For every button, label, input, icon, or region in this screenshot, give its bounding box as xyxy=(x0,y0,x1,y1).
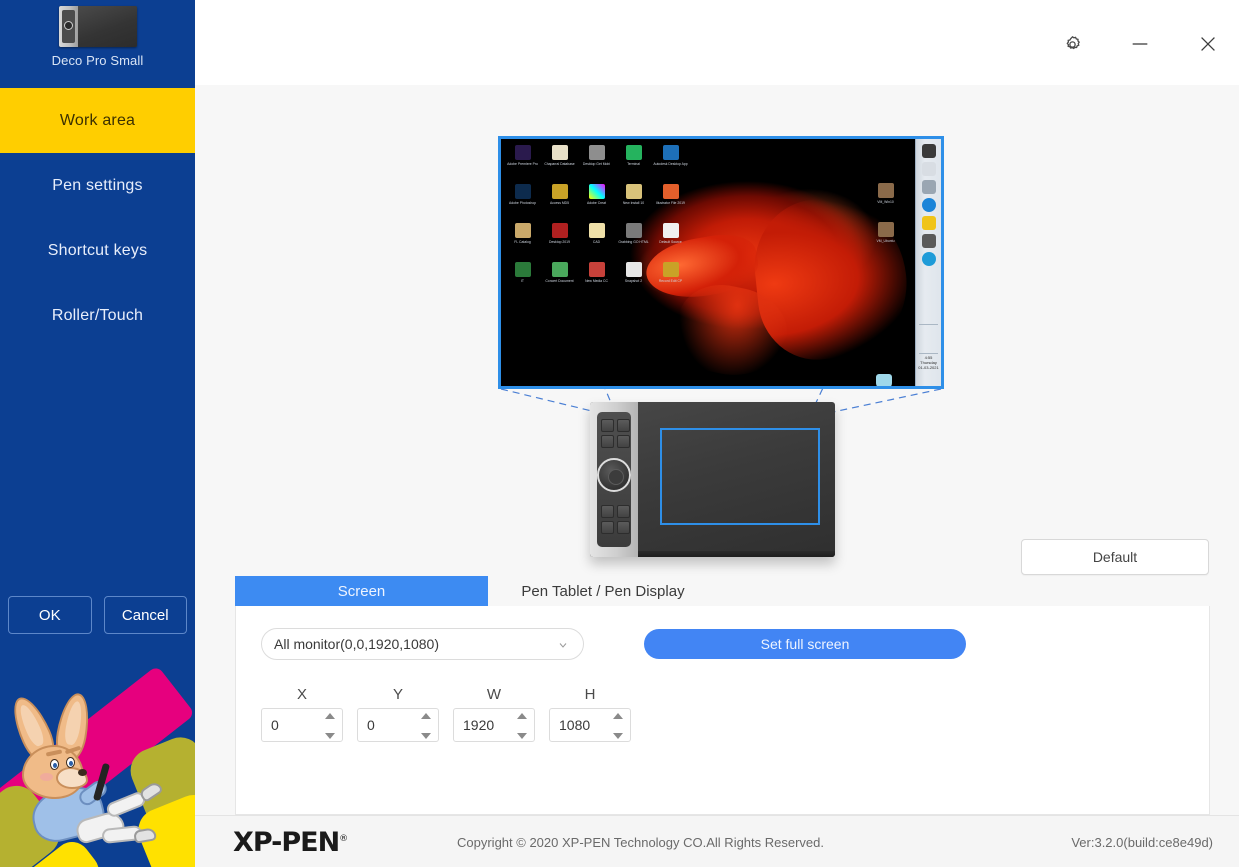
xp-pen-driver-window: Deco Pro Small Work area Pen settings Sh… xyxy=(0,0,1239,867)
desktop-icon: New Media CC xyxy=(579,260,614,297)
set-full-screen-button[interactable]: Set full screen xyxy=(644,629,966,659)
h-value: 1080 xyxy=(559,717,591,733)
coordinate-label: Y xyxy=(392,686,403,703)
sidebar-item-label: Pen settings xyxy=(52,176,143,194)
desktop-icon: CAD xyxy=(579,221,614,258)
screen-settings-panel: All monitor(0,0,1920,1080) Set full scre… xyxy=(235,606,1210,867)
main-content: Adobe Premiere Pro Chaparral Database De… xyxy=(195,85,1239,867)
sidebar-item-work-area[interactable]: Work area xyxy=(0,88,195,153)
desktop-icon: VM_Win10 xyxy=(868,181,903,218)
sidebar: Deco Pro Small Work area Pen settings Sh… xyxy=(0,0,195,867)
device-summary[interactable]: Deco Pro Small xyxy=(0,0,195,85)
y-value: 0 xyxy=(367,717,375,733)
fox-character-icon xyxy=(5,690,180,863)
tab-pen-tablet-pen-display[interactable]: Pen Tablet / Pen Display xyxy=(488,576,718,606)
coordinate-label: W xyxy=(486,686,502,703)
x-stepper[interactable] xyxy=(324,713,336,739)
x-value: 0 xyxy=(271,717,279,733)
coordinate-y: Y 0 xyxy=(357,686,453,742)
desktop-icon: IT xyxy=(505,260,540,297)
cancel-button[interactable]: Cancel xyxy=(103,596,187,634)
sidebar-item-label: Work area xyxy=(59,111,136,129)
ok-button[interactable]: OK xyxy=(8,596,92,634)
copyright-text: Copyright © 2020 XP-PEN Technology CO.Al… xyxy=(457,835,825,850)
monitor-select[interactable]: All monitor(0,0,1920,1080) xyxy=(261,628,584,660)
desktop-icon: Adobe Photoshop xyxy=(505,182,540,219)
desktop-icon-group-right: VM_Win10 VM_Ubuntu xyxy=(868,181,903,257)
w-value: 1920 xyxy=(463,717,495,733)
desktop-icon: New Install 10 xyxy=(616,182,651,219)
gear-icon[interactable] xyxy=(1053,26,1091,62)
y-input[interactable]: 0 xyxy=(357,708,439,742)
coordinate-x: X 0 xyxy=(261,686,357,742)
desktop-icon: VM_Ubuntu xyxy=(868,220,903,257)
default-button[interactable]: Default xyxy=(1021,539,1209,575)
sidebar-item-pen-settings[interactable]: Pen settings xyxy=(0,153,195,218)
tab-screen[interactable]: Screen xyxy=(235,576,488,606)
desktop-icon: Autodesk Desktop App xyxy=(653,143,688,180)
desktop-icon: Concert Document xyxy=(542,260,577,297)
title-bar xyxy=(195,0,1239,85)
brand-text: XP-PEN xyxy=(233,827,340,858)
desktop-icon: FL Catalog xyxy=(505,221,540,258)
desktop-icon: Default Source xyxy=(653,221,688,258)
sidebar-item-label: Shortcut keys xyxy=(47,241,148,259)
x-input[interactable]: 0 xyxy=(261,708,343,742)
screen-area-coordinates: X 0 Y 0 W 1920 H 1080 xyxy=(261,686,645,742)
desktop-icon: Desktop 2019 xyxy=(542,221,577,258)
close-icon[interactable] xyxy=(1189,26,1227,62)
tab-label: Screen xyxy=(337,582,386,600)
work-area-tabs: Screen Pen Tablet / Pen Display xyxy=(235,576,1210,606)
desktop-icon-grid: Adobe Premiere Pro Chaparral Database De… xyxy=(505,143,688,297)
minimize-icon[interactable] xyxy=(1121,26,1159,62)
footer: XP-PEN® Copyright © 2020 XP-PEN Technolo… xyxy=(195,815,1239,867)
sidebar-actions: OK Cancel xyxy=(0,596,195,634)
screen-preview[interactable]: Adobe Premiere Pro Chaparral Database De… xyxy=(498,136,944,389)
h-stepper[interactable] xyxy=(612,713,624,739)
desktop-icon: Adobe Premiere Pro xyxy=(505,143,540,180)
tablet-express-keys-top[interactable] xyxy=(601,419,630,448)
coordinate-label: H xyxy=(584,686,596,703)
coordinate-h: H 1080 xyxy=(549,686,645,742)
coordinate-w: W 1920 xyxy=(453,686,549,742)
w-stepper[interactable] xyxy=(516,713,528,739)
sidebar-item-roller-touch[interactable]: Roller/Touch xyxy=(0,283,195,348)
desktop-icon: Snapshot 2 xyxy=(616,260,651,297)
taskbar-clock: 4:55 Thursday 01-03-2021 xyxy=(918,355,939,370)
tab-label: Pen Tablet / Pen Display xyxy=(521,582,685,600)
registered-mark: ® xyxy=(339,834,348,844)
desktop-icon: Adobe Creat xyxy=(579,182,614,219)
xp-pen-logo: XP-PEN® xyxy=(233,827,348,858)
desktop-icon: Desktop Get Mobi xyxy=(579,143,614,180)
h-input[interactable]: 1080 xyxy=(549,708,631,742)
sidebar-item-shortcut-keys[interactable]: Shortcut keys xyxy=(0,218,195,283)
desktop-icon: Illustrator File 2019 xyxy=(653,182,688,219)
device-name-label: Deco Pro Small xyxy=(51,53,144,68)
sidebar-item-label: Roller/Touch xyxy=(51,306,144,324)
tablet-thumbnail-icon xyxy=(58,6,137,47)
desktop-icon: Chaparral Database xyxy=(542,143,577,180)
monitor-select-value: All monitor(0,0,1920,1080) xyxy=(274,636,439,652)
window-controls xyxy=(1053,26,1227,62)
tablet-express-keys-bottom[interactable] xyxy=(601,505,630,534)
desktop-icon: Grabbing GO HTML xyxy=(616,221,651,258)
tablet-roller-dial[interactable] xyxy=(597,458,631,492)
desktop-icon: Record Edit CP xyxy=(653,260,688,297)
desktop-icon: Access MD5 xyxy=(542,182,577,219)
tablet-active-area-outline[interactable] xyxy=(660,428,820,525)
y-stepper[interactable] xyxy=(420,713,432,739)
windows-taskbar[interactable]: 4:55 Thursday 01-03-2021 xyxy=(915,139,941,386)
w-input[interactable]: 1920 xyxy=(453,708,535,742)
tablet-illustration[interactable] xyxy=(590,402,835,557)
chevron-down-icon xyxy=(557,638,569,650)
sidebar-nav: Work area Pen settings Shortcut keys Rol… xyxy=(0,88,195,348)
coordinate-label: X xyxy=(296,686,307,703)
version-text: Ver:3.2.0(build:ce8e49d) xyxy=(1071,835,1213,850)
fennec-fox-mascot xyxy=(0,645,195,867)
desktop-icon: Terminal xyxy=(616,143,651,180)
